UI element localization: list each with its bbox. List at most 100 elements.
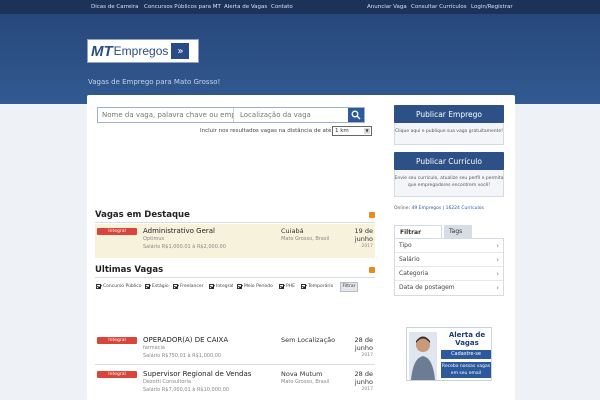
job-alert-banner[interactable]: Alerta de Vagas Cadastre-se Receba nossa… <box>406 327 492 381</box>
job-listing[interactable]: Integral Supervisor Regional de Vendas D… <box>95 367 375 400</box>
job-salary: Salário R$7,000,01 à R$10,000,00 <box>143 387 230 393</box>
tab-tags[interactable]: Tags <box>444 225 472 238</box>
type-checkbox-integral[interactable]: Integral <box>209 284 233 289</box>
checkbox-checked-icon <box>173 284 178 289</box>
type-checkbox-freelancer[interactable]: Freelancer <box>173 284 204 289</box>
job-type-badge: Integral <box>97 228 137 235</box>
job-title[interactable]: Administrativo Geral <box>143 227 215 235</box>
nav-link-alerta[interactable]: Alerta de Vagas <box>224 4 267 10</box>
search-bar <box>97 107 365 123</box>
filter-item-tipo[interactable]: Tipo › <box>395 239 503 253</box>
nav-link-curriculos[interactable]: Consultar Currículos <box>411 4 467 10</box>
checkbox-checked-icon <box>96 284 101 289</box>
nav-link-contato[interactable]: Contato <box>271 4 293 10</box>
featured-section-title: Vagas em Destaque <box>95 210 190 220</box>
checkbox-checked-icon <box>279 284 284 289</box>
logo-empregos: Empregos <box>113 44 169 58</box>
publish-job-subtext: Clique aqui e publique sua vaga gratuita… <box>395 129 503 134</box>
job-alert-title: Alerta de Vagas <box>448 331 486 347</box>
job-company: Optimus <box>143 236 165 242</box>
latest-section-title: Ultimas Vagas <box>95 265 164 275</box>
checkbox-checked-icon <box>145 284 150 289</box>
top-navigation: Dicas de Carreira Concursos Públicos par… <box>0 0 600 14</box>
search-button[interactable] <box>348 108 364 122</box>
job-type-badge: Integral <box>97 337 137 344</box>
filter-item-categoria[interactable]: Categoria › <box>395 267 503 281</box>
nav-link-login[interactable]: Login/Registrar <box>471 4 513 10</box>
job-salary: Salário R$750,01 à R$1,000,00 <box>143 353 222 359</box>
keyword-search-input[interactable] <box>98 108 234 122</box>
tab-filter[interactable]: Filtrar por... <box>394 225 442 249</box>
type-checkbox-phe[interactable]: PHE <box>279 284 295 289</box>
filter-button[interactable]: Filtrar <box>340 282 358 292</box>
job-year: 2017 <box>361 353 373 358</box>
job-salary: Salário R$1,000.01 à R$2,000.00 <box>143 244 226 250</box>
site-tagline: Vagas de Emprego para Mato Grosso! <box>88 78 221 86</box>
type-label: Integral <box>216 284 234 289</box>
type-label: PHE <box>286 284 295 289</box>
person-illustration-icon <box>409 332 437 380</box>
job-type-filters: Concurso Público Estágio Freelancer Inte… <box>95 282 375 294</box>
filter-list: Tipo › Salário › Categoria › Data de pos… <box>394 238 504 296</box>
filter-tabs: Filtrar por... Tags <box>394 225 504 249</box>
type-label: Concurso Público <box>103 284 142 289</box>
logo-arrow-icon: » <box>171 43 190 59</box>
job-alert-subtext: Receba nossas vagas em seu email <box>441 362 491 378</box>
section-divider <box>95 222 375 223</box>
logo-mt: MT <box>91 42 113 60</box>
job-title[interactable]: Supervisor Regional de Vendas <box>143 370 251 378</box>
job-city: Cuiabá <box>281 227 304 235</box>
distance-select[interactable]: 1 km ▼ <box>332 126 372 136</box>
type-checkbox-temporario[interactable]: Temporário <box>301 284 333 289</box>
location-search-input[interactable] <box>236 108 346 122</box>
rss-icon[interactable] <box>369 267 375 273</box>
chevron-right-icon: › <box>496 270 499 278</box>
nav-link-anunciar[interactable]: Anunciar Vaga <box>367 4 407 10</box>
job-listing[interactable]: Integral OPERADOR(A) DE CAIXA farmacia S… <box>95 333 375 367</box>
job-listing-featured[interactable]: Integral Administrativo Geral Optimus Sa… <box>95 224 375 258</box>
checkbox-checked-icon <box>237 284 242 289</box>
main-content: Incluir nos resultados vagas na distânci… <box>87 95 515 400</box>
type-label: Estágio <box>152 284 169 289</box>
publish-job-button[interactable]: Publicar Emprego <box>394 105 504 123</box>
job-title[interactable]: OPERADOR(A) DE CAIXA <box>143 336 228 344</box>
chevron-down-icon: ▼ <box>364 128 370 134</box>
rss-icon[interactable] <box>369 212 375 218</box>
section-divider <box>95 277 375 278</box>
chevron-right-icon: › <box>496 256 499 264</box>
type-label: Temporário <box>308 284 334 289</box>
publish-cv-subtext: Envie seu currículo, atualize seu perfil… <box>394 176 504 188</box>
row-divider <box>95 364 375 365</box>
filter-item-label: Categoria <box>399 270 429 277</box>
nav-link-dicas[interactable]: Dicas de Carreira <box>91 4 138 10</box>
filter-item-label: Tipo <box>399 242 412 249</box>
distance-label: Incluir nos resultados vagas na distânci… <box>200 128 332 134</box>
job-region: Mato Grosso, Brasil <box>281 236 330 242</box>
type-label: Freelancer <box>180 284 204 289</box>
type-label: Meio Período <box>244 284 273 289</box>
job-year: 2017 <box>361 387 373 392</box>
filter-item-data[interactable]: Data de postagem › <box>395 281 503 295</box>
online-cvs-count[interactable]: 16224 Currículos <box>446 206 484 211</box>
site-logo[interactable]: MT Empregos » <box>87 39 199 63</box>
job-company: farmacia <box>143 345 165 351</box>
checkbox-checked-icon <box>209 284 214 289</box>
job-date: 28 de junho <box>354 336 373 352</box>
type-checkbox-concurso[interactable]: Concurso Público <box>96 284 142 289</box>
job-date: 19 de junho <box>354 227 373 243</box>
online-prefix: Online: <box>394 206 412 211</box>
distance-value: 1 km <box>335 128 349 134</box>
search-icon <box>351 110 361 120</box>
nav-link-concursos[interactable]: Concursos Públicos para MT <box>144 4 221 10</box>
online-jobs-count[interactable]: 49 Empregos <box>411 206 441 211</box>
filter-item-label: Salário <box>399 256 420 263</box>
filter-item-label: Data de postagem <box>399 284 455 291</box>
site-header: MT Empregos » Vagas de Emprego para Mato… <box>0 14 600 104</box>
checkbox-checked-icon <box>301 284 306 289</box>
type-checkbox-meio-periodo[interactable]: Meio Período <box>237 284 273 289</box>
publish-cv-button[interactable]: Publicar Currículo <box>394 152 504 170</box>
type-checkbox-estagio[interactable]: Estágio <box>145 284 169 289</box>
job-region: Mato Grosso, Brasil <box>281 379 330 385</box>
filter-item-salario[interactable]: Salário › <box>395 253 503 267</box>
job-city: Sem Localização <box>281 336 336 344</box>
